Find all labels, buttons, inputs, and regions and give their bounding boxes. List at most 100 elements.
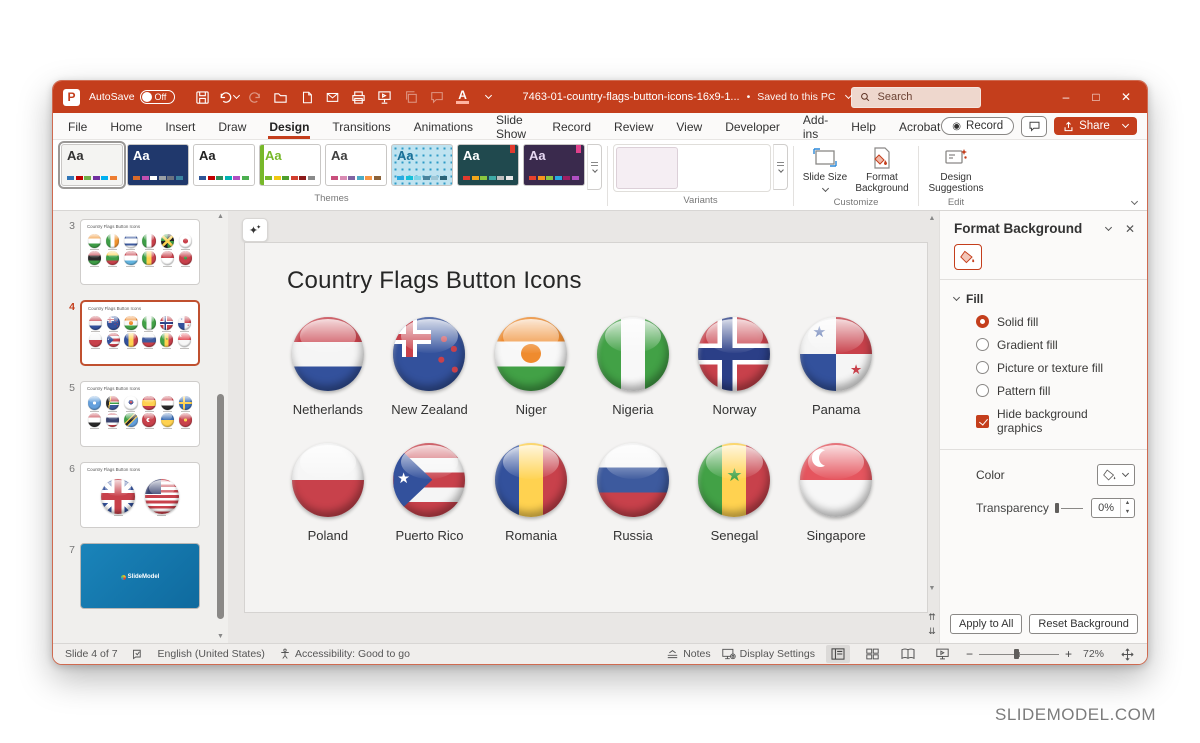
search-input[interactable] — [851, 87, 981, 108]
zoom-slider[interactable] — [979, 649, 1059, 659]
slide-sorter-view-button[interactable] — [861, 645, 885, 663]
toggle-icon[interactable]: Off — [140, 90, 175, 104]
checkbox-icon[interactable] — [976, 415, 989, 428]
theme-thumbnail[interactable]: Aa — [127, 144, 189, 186]
menu-tab-transitions[interactable]: Transitions — [331, 115, 391, 138]
fill-tab-button[interactable] — [954, 244, 982, 270]
flag-button-ro[interactable]: Romania — [480, 443, 582, 543]
record-button[interactable]: ◉Record — [941, 117, 1014, 135]
qat-more-icon[interactable] — [478, 86, 500, 108]
menu-tab-design[interactable]: Design — [268, 115, 310, 138]
menu-tab-record[interactable]: Record — [551, 115, 592, 138]
menu-tab-help[interactable]: Help — [850, 115, 877, 138]
saved-status[interactable]: • Saved to this PC — [747, 91, 852, 103]
open-button[interactable] — [270, 86, 292, 108]
themes-gallery-more-button[interactable] — [587, 144, 602, 190]
transparency-slider[interactable] — [1055, 502, 1083, 514]
menu-tab-slide-show[interactable]: Slide Show — [495, 108, 530, 145]
designer-button[interactable]: ✦✦ — [242, 218, 268, 242]
email-button[interactable] — [322, 86, 344, 108]
slide-thumbnail-4[interactable]: Country Flags Button Icons — [80, 300, 200, 366]
theme-thumbnail[interactable]: Aa — [457, 144, 519, 186]
close-button[interactable]: ✕ — [1111, 84, 1141, 110]
theme-thumbnail[interactable]: Aa — [61, 144, 123, 186]
variants-gallery-more-button[interactable] — [773, 144, 788, 190]
apply-to-all-button[interactable]: Apply to All — [950, 614, 1022, 634]
redo-button[interactable] — [244, 86, 266, 108]
theme-thumbnail[interactable]: Aa — [259, 144, 321, 186]
format-background-button[interactable]: Format Background — [851, 144, 913, 194]
flag-button-sg[interactable]: Singapore — [785, 443, 887, 543]
zoom-in-button[interactable]: + — [1065, 647, 1072, 661]
copy-button[interactable] — [400, 86, 422, 108]
normal-view-button[interactable] — [826, 645, 850, 663]
notes-button[interactable]: Notes — [666, 648, 710, 660]
fill-section-header[interactable]: Fill — [954, 292, 1135, 306]
spell-check-button[interactable] — [132, 648, 144, 660]
share-button[interactable]: Share — [1054, 117, 1137, 135]
menu-tab-draw[interactable]: Draw — [217, 115, 247, 138]
next-slide-button[interactable]: ⇊ — [928, 626, 936, 637]
minimize-button[interactable]: – — [1051, 84, 1081, 110]
panel-close-icon[interactable]: ✕ — [1125, 222, 1135, 236]
radio-pattern-fill[interactable]: Pattern fill — [954, 379, 1135, 402]
search-field[interactable] — [878, 91, 973, 103]
menu-tab-view[interactable]: View — [675, 115, 703, 138]
scroll-up-icon[interactable]: ▲ — [929, 213, 936, 225]
flag-button-ru[interactable]: Russia — [582, 443, 684, 543]
print-button[interactable] — [348, 86, 370, 108]
flag-button-ng[interactable]: Nigeria — [582, 317, 684, 417]
color-picker-button[interactable] — [1097, 464, 1135, 486]
flag-button-sn[interactable]: Senegal — [684, 443, 786, 543]
radio-icon[interactable] — [976, 384, 989, 397]
menu-tab-animations[interactable]: Animations — [413, 115, 474, 138]
collapse-ribbon-icon[interactable] — [1131, 198, 1138, 205]
language-indicator[interactable]: English (United States) — [158, 648, 265, 660]
slide-title[interactable]: Country Flags Button Icons — [245, 243, 927, 295]
canvas-scrollbar[interactable]: ▲ ▼ — [926, 213, 938, 595]
menu-tab-acrobat[interactable]: Acrobat — [898, 115, 941, 138]
flag-button-nz[interactable]: New Zealand — [379, 317, 481, 417]
flag-button-nl[interactable]: Netherlands — [277, 317, 379, 417]
previous-slide-button[interactable]: ⇈ — [928, 612, 936, 623]
comment-tool-button[interactable] — [426, 86, 448, 108]
flag-button-pa[interactable]: Panama — [785, 317, 887, 417]
save-button[interactable] — [192, 86, 214, 108]
spin-down-icon[interactable]: ▼ — [1121, 508, 1134, 517]
zoom-level[interactable]: 72% — [1083, 648, 1104, 660]
menu-tab-insert[interactable]: Insert — [164, 115, 196, 138]
menu-tab-file[interactable]: File — [67, 115, 88, 138]
thumbnail-panel-scrollbar[interactable]: ▲ ▼ — [214, 211, 227, 643]
slideshow-view-button[interactable] — [931, 645, 955, 663]
theme-thumbnail[interactable]: Aa — [193, 144, 255, 186]
undo-button[interactable] — [218, 86, 240, 108]
scroll-down-icon[interactable]: ▼ — [929, 583, 936, 595]
design-suggestions-button[interactable]: Design Suggestions — [924, 144, 988, 194]
theme-thumbnail[interactable]: Aa — [523, 144, 585, 186]
autosave-toggle[interactable]: AutoSave Off — [89, 90, 175, 104]
flag-button-no[interactable]: Norway — [684, 317, 786, 417]
flag-button-ne[interactable]: Niger — [480, 317, 582, 417]
menu-tab-review[interactable]: Review — [613, 115, 654, 138]
reset-background-button[interactable]: Reset Background — [1029, 614, 1138, 634]
hide-background-graphics-checkbox[interactable]: Hide background graphics — [954, 402, 1135, 439]
menu-tab-developer[interactable]: Developer — [724, 115, 781, 138]
accessibility-status[interactable]: Accessibility: Good to go — [279, 648, 410, 660]
radio-icon[interactable] — [976, 338, 989, 351]
scroll-down-icon[interactable]: ▼ — [217, 631, 224, 643]
radio-gradient-fill[interactable]: Gradient fill — [954, 333, 1135, 356]
fit-slide-button[interactable] — [1115, 645, 1139, 663]
slide-editing-area[interactable]: Country Flags Button Icons NetherlandsNe… — [244, 242, 928, 613]
maximize-button[interactable]: □ — [1081, 84, 1111, 110]
spin-up-icon[interactable]: ▲ — [1121, 499, 1134, 508]
scroll-up-icon[interactable]: ▲ — [217, 211, 224, 223]
menu-tab-add-ins[interactable]: Add-ins — [802, 108, 829, 145]
reading-view-button[interactable] — [896, 645, 920, 663]
flag-button-pl[interactable]: Poland — [277, 443, 379, 543]
start-slideshow-button[interactable] — [374, 86, 396, 108]
font-color-button[interactable]: A — [452, 86, 474, 108]
slide-thumbnail-5[interactable]: Country Flags Button Icons — [80, 381, 200, 447]
slide-thumbnail-6[interactable]: Country Flags Button Icons — [80, 462, 200, 528]
theme-thumbnail[interactable]: Aa — [325, 144, 387, 186]
panel-collapse-icon[interactable] — [1105, 223, 1112, 230]
